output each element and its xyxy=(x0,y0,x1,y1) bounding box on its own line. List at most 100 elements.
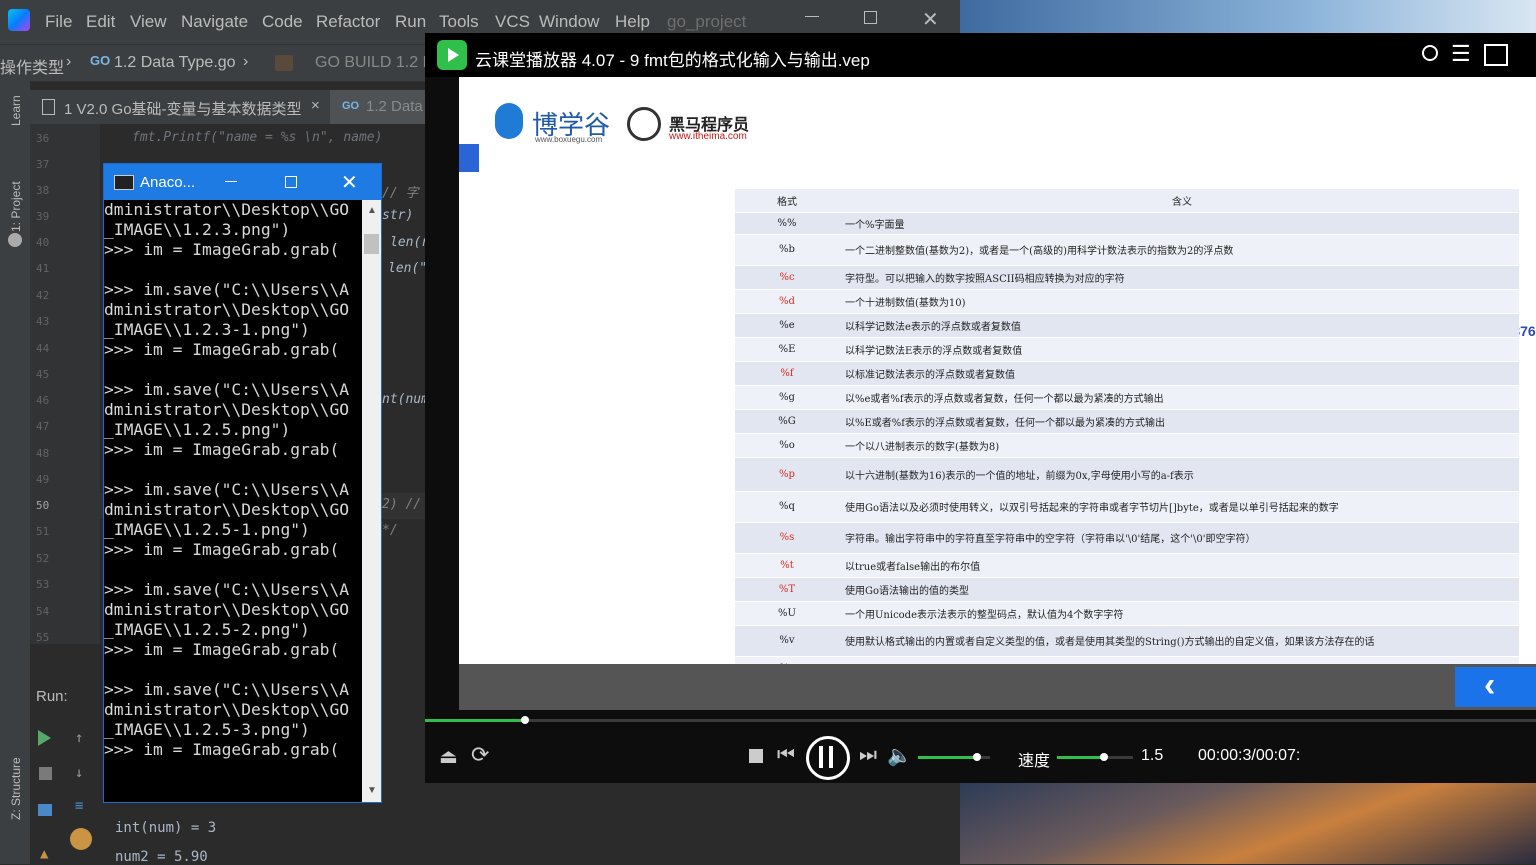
table-row: %q 使用Go语法以及必须时使用转义，以双引号括起来的字符串或者字节切片[]byt… xyxy=(735,491,1519,523)
loop-icon[interactable]: ⟳ xyxy=(471,742,489,768)
maximize-button[interactable] xyxy=(285,176,297,188)
line-number: 50 xyxy=(36,499,50,512)
terminal-icon xyxy=(114,175,134,190)
volume-level xyxy=(918,756,977,759)
boxuegu-logo-icon xyxy=(495,103,523,139)
table-row: %U 一个用Unicode表示法表示的整型码点，默认值为4个数字字符 xyxy=(735,601,1519,626)
menu-window[interactable]: Window xyxy=(539,12,599,32)
download-icon[interactable] xyxy=(1484,44,1508,66)
seek-bar[interactable] xyxy=(425,719,1536,722)
minimize-button[interactable] xyxy=(805,16,819,17)
table-row: %% 一个%字面量 xyxy=(735,212,1519,235)
terminal-output[interactable]: dministrator\\Desktop\\GO _IMAGE\\1.2.3.p… xyxy=(104,200,362,802)
menu-edit[interactable]: Edit xyxy=(86,12,115,32)
next-icon[interactable]: ⏭ xyxy=(859,744,877,767)
format-verb: %s xyxy=(735,522,839,554)
format-description: 使用Go语法以及必须时使用转义，以双引号括起来的字符串或者字节切片[]byte，… xyxy=(839,491,1519,523)
user-icon[interactable] xyxy=(1422,45,1438,61)
close-button[interactable]: ✕ xyxy=(922,7,939,32)
breadcrumb-file[interactable]: 1.2 Data Type.go xyxy=(114,54,236,72)
format-verb: %G xyxy=(735,409,839,434)
menu-file[interactable]: File xyxy=(45,12,72,32)
code-line: fmt.Printf("name = %s \n", name) xyxy=(132,130,383,145)
menu-tools[interactable]: Tools xyxy=(439,12,479,32)
line-number: 46 xyxy=(36,394,50,407)
volume-handle[interactable] xyxy=(973,753,981,761)
go-file-icon: GO xyxy=(342,100,360,112)
tab-close-icon[interactable]: × xyxy=(311,97,320,114)
stop-icon[interactable] xyxy=(749,749,763,763)
volume-icon[interactable]: 🔈 xyxy=(887,743,912,768)
close-button[interactable]: ✕ xyxy=(341,170,358,195)
menu-view[interactable]: View xyxy=(130,12,167,32)
table-row: %e 以科学记数法e表示的浮点数或者复数值 xyxy=(735,313,1519,338)
player-titlebar[interactable]: 云课堂播放器 4.07 - 9 fmt包的格式化输入与输出.vep ☰ xyxy=(425,33,1536,77)
scroll-up-icon[interactable]: ▲ xyxy=(367,205,377,216)
table-header-row: 格式 含义 xyxy=(735,189,1519,213)
breadcrumb-folder[interactable]: 操作类型 xyxy=(0,54,64,78)
playlist-icon[interactable]: ☰ xyxy=(1451,41,1471,67)
format-description: 使用默认格式输出的内置或者自定义类型的值，或者是使用其类型的String()方式… xyxy=(839,625,1519,657)
terminal-line: _IMAGE\\1.2.5-1.png") xyxy=(104,520,310,539)
table-row: %g 以%e或者%f表示的浮点数或者复数，任何一个都以最为紧凑的方式输出 xyxy=(735,385,1519,410)
print-icon[interactable] xyxy=(38,804,52,816)
down-arrow-icon[interactable]: ↓ xyxy=(75,765,83,781)
terminal-line: _IMAGE\\1.2.5-2.png") xyxy=(104,620,310,639)
slide-prev-button[interactable] xyxy=(1455,667,1536,707)
project-tool-tab[interactable]: 1: Project xyxy=(9,181,23,232)
pin-icon[interactable]: ▲ xyxy=(40,846,48,862)
window-titlebar[interactable]: Anaco... ✕ xyxy=(104,164,381,200)
menu-run[interactable]: Run xyxy=(395,12,426,32)
seek-handle[interactable] xyxy=(521,716,529,724)
editor-tabs: 1 V2.0 Go基础-变量与基本数据类型 × GO 1.2 Data xyxy=(30,90,450,127)
format-verbs-table: 格式 含义 %% 一个%字面量 %b 一个二进制整数值(基数为2)，或者是一个(高级的… xyxy=(735,189,1519,705)
terminal-line: dministrator\\Desktop\\GO xyxy=(104,200,350,219)
eject-icon[interactable]: ⏏ xyxy=(439,744,458,769)
line-number: 53 xyxy=(36,578,50,591)
run-configuration-selector[interactable]: GO BUILD 1.2 D xyxy=(315,54,434,72)
vertical-scrollbar[interactable]: ▲ ▼ xyxy=(362,200,381,802)
table-row: %t 以true或者false输出的布尔值 xyxy=(735,553,1519,578)
line-number: 37 xyxy=(36,158,50,171)
chevron-right-icon: › xyxy=(66,53,72,70)
scroll-thumb[interactable] xyxy=(364,234,379,254)
console-output: int(num) = 3 xyxy=(115,820,217,836)
code-fragment: // 字 xyxy=(382,186,419,201)
menu-code[interactable]: Code xyxy=(262,12,303,32)
left-tool-strip: Learn 1: Project Z: Structure xyxy=(0,80,30,864)
format-description: 一个%字面量 xyxy=(839,212,1519,235)
menu-refactor[interactable]: Refactor xyxy=(316,12,380,32)
menu-navigate[interactable]: Navigate xyxy=(181,12,248,32)
structure-tool-tab[interactable]: Z: Structure xyxy=(9,757,23,820)
format-verb: %U xyxy=(735,601,839,626)
table-row: %b 一个二进制整数值(基数为2)，或者是一个(高级的)用科学计数法表示的指数为2… xyxy=(735,234,1519,266)
table-row: %d 一个十进制数值(基数为10) xyxy=(735,289,1519,314)
tab-variables-doc[interactable]: 1 V2.0 Go基础-变量与基本数据类型 × xyxy=(30,90,328,124)
scroll-down-icon[interactable]: ▼ xyxy=(367,785,377,796)
maximize-button[interactable] xyxy=(864,11,877,24)
menu-help[interactable]: Help xyxy=(615,12,650,32)
itheima-url: www.itheima.com xyxy=(669,131,747,142)
terminal-line: >>> im = ImageGrab.grab( xyxy=(104,740,340,759)
terminal-line: >>> im.save("C:\\Users\\A xyxy=(104,380,350,399)
speed-handle[interactable] xyxy=(1100,753,1108,761)
line-number: 36 xyxy=(36,132,50,145)
soft-wrap-icon[interactable]: ≡ xyxy=(75,798,83,814)
play-icon[interactable] xyxy=(38,730,51,746)
column-header-verb: 格式 xyxy=(735,189,839,213)
minimize-button[interactable] xyxy=(225,181,237,182)
anaconda-prompt-window[interactable]: Anaco... ✕ dministrator\\Desktop\\GO _IMA… xyxy=(103,163,382,803)
stop-icon[interactable] xyxy=(39,767,52,780)
save-output-icon[interactable] xyxy=(70,828,92,850)
learn-tool-tab[interactable]: Learn xyxy=(9,95,23,126)
up-arrow-icon[interactable]: ↑ xyxy=(75,730,83,746)
terminal-line: dministrator\\Desktop\\GO xyxy=(104,300,350,319)
format-verb: %q xyxy=(735,491,839,523)
line-number: 40 xyxy=(36,236,50,249)
menu-vcs[interactable]: VCS xyxy=(495,12,530,32)
previous-icon[interactable]: ⏮ xyxy=(777,744,795,767)
table-row: %v 使用默认格式输出的内置或者自定义类型的值，或者是使用其类型的String()… xyxy=(735,625,1519,657)
pause-button[interactable] xyxy=(806,736,850,780)
